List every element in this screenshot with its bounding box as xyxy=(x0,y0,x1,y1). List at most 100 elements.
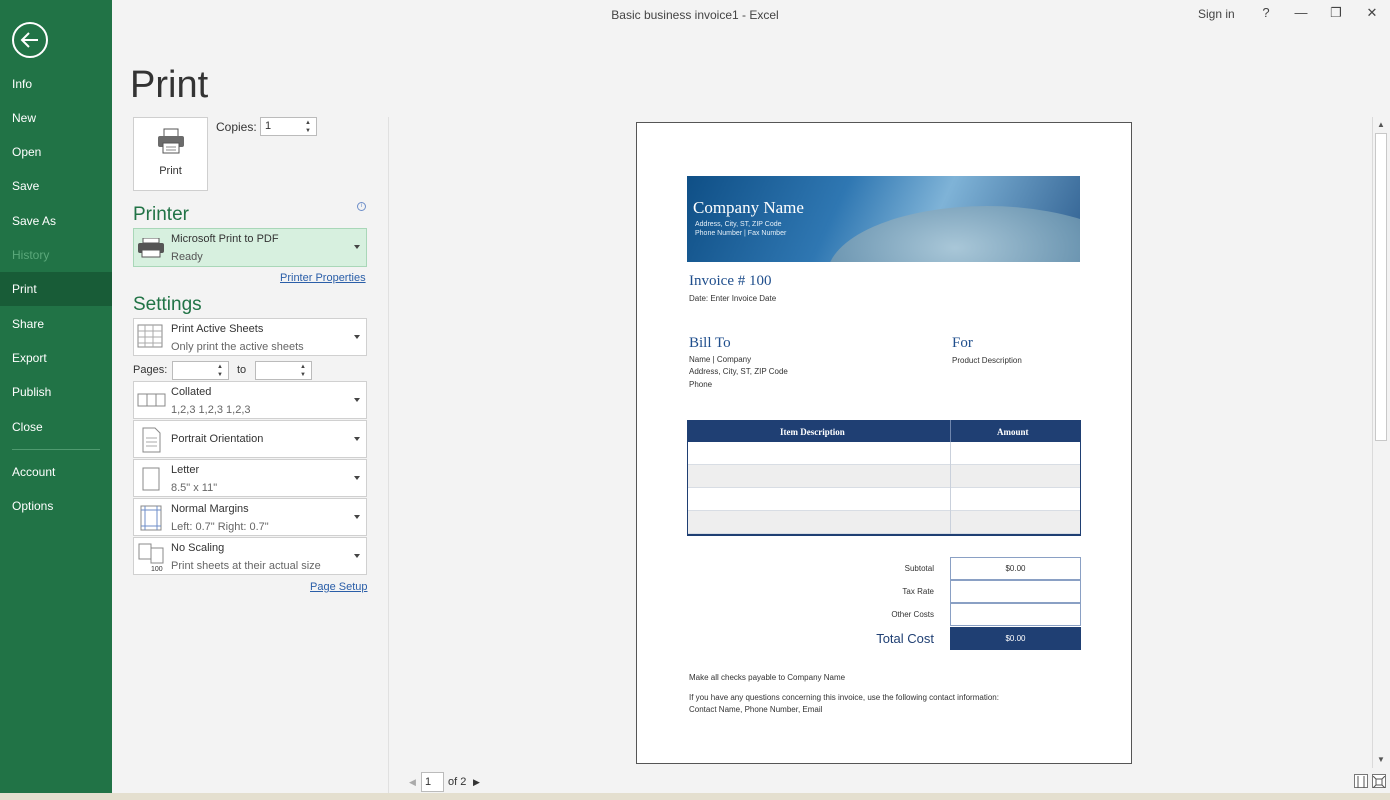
bill-address: Address, City, ST, ZIP Code xyxy=(689,367,788,376)
sidebar-item-print[interactable]: Print xyxy=(0,272,112,306)
spin-up-icon[interactable]: ▲ xyxy=(303,119,313,127)
sidebar-item-open[interactable]: Open xyxy=(0,135,112,169)
scroll-up-icon[interactable]: ▲ xyxy=(1376,120,1386,130)
pages-from-input[interactable]: ▲ ▼ xyxy=(172,361,229,380)
page-number-input[interactable]: 1 xyxy=(421,772,444,792)
bill-name: Name | Company xyxy=(689,355,752,364)
table-row xyxy=(687,511,1081,534)
invoice-date: Date: Enter Invoice Date xyxy=(689,294,777,303)
sidebar-item-account[interactable]: Account xyxy=(0,455,112,489)
chevron-down-icon xyxy=(354,335,360,339)
prev-page-icon[interactable]: ◀ xyxy=(409,777,416,788)
items-table: Item Description Amount xyxy=(687,420,1081,536)
sidebar-item-options[interactable]: Options xyxy=(0,489,112,523)
sidebar-item-publish[interactable]: Publish xyxy=(0,375,112,409)
taskbar-edge xyxy=(0,793,1390,800)
checks-note: Make all checks payable to Company Name xyxy=(689,673,846,682)
window-title: Basic business invoice1 - Excel xyxy=(611,8,779,22)
sign-in-link[interactable]: Sign in xyxy=(1198,7,1235,21)
margins-desc: Left: 0.7" Right: 0.7" xyxy=(171,521,269,533)
next-page-icon[interactable]: ▶ xyxy=(473,777,480,788)
bill-to-heading: Bill To xyxy=(689,335,731,351)
sidebar-divider xyxy=(12,449,100,450)
total-cost-label: Total Cost xyxy=(876,631,934,646)
chevron-down-icon xyxy=(354,476,360,480)
invoice-title: Invoice # 100 xyxy=(689,273,772,289)
sidebar-item-new[interactable]: New xyxy=(0,101,112,135)
sidebar-item-save-as[interactable]: Save As xyxy=(0,204,112,238)
table-row xyxy=(687,442,1081,465)
table-border xyxy=(687,442,688,534)
close-icon[interactable]: ✕ xyxy=(1361,4,1383,22)
restore-icon[interactable]: ❐ xyxy=(1325,4,1347,22)
page-setup-link[interactable]: Page Setup xyxy=(310,581,368,593)
other-costs-value xyxy=(950,603,1081,626)
for-description: Product Description xyxy=(952,356,1022,365)
copies-stepper[interactable]: 1 ▲ ▼ xyxy=(260,117,317,136)
printer-dropdown[interactable]: Microsoft Print to PDF Ready xyxy=(133,228,367,267)
pages-to-input[interactable]: ▲ ▼ xyxy=(255,361,312,380)
collation-dropdown[interactable]: Collated 1,2,3 1,2,3 1,2,3 xyxy=(133,381,367,419)
spin-down-icon[interactable]: ▼ xyxy=(215,371,225,379)
margins-dropdown[interactable]: Normal Margins Left: 0.7" Right: 0.7" xyxy=(133,498,367,536)
settings-heading: Settings xyxy=(133,294,202,315)
for-heading: For xyxy=(952,335,973,351)
print-what-dropdown[interactable]: Print Active Sheets Only print the activ… xyxy=(133,318,367,356)
paper-size-label: Letter xyxy=(171,464,200,476)
scaling-icon: 100 xyxy=(138,543,164,573)
paper-icon xyxy=(142,467,160,491)
printer-status: Ready xyxy=(171,251,203,263)
info-icon[interactable]: i xyxy=(357,202,366,211)
collation-desc: 1,2,3 1,2,3 1,2,3 xyxy=(171,404,251,416)
table-row xyxy=(687,465,1081,488)
sidebar-item-info[interactable]: Info xyxy=(0,67,112,101)
subtotal-label: Subtotal xyxy=(904,564,934,573)
spin-down-icon[interactable]: ▼ xyxy=(303,127,313,135)
print-button-label: Print xyxy=(159,165,182,177)
sheets-icon xyxy=(137,324,163,348)
scroll-down-icon[interactable]: ▼ xyxy=(1376,755,1386,765)
preview-scrollbar[interactable]: ▲ ▼ xyxy=(1372,117,1388,768)
table-row xyxy=(687,488,1081,511)
chevron-down-icon xyxy=(354,245,360,249)
printer-heading: Printer xyxy=(133,204,189,225)
invoice-banner: Company Name Address, City, ST, ZIP Code… xyxy=(687,176,1080,262)
company-address: Address, City, ST, ZIP Code xyxy=(695,221,782,228)
copies-value[interactable]: 1 xyxy=(265,120,271,132)
sidebar-item-history: History xyxy=(12,248,50,262)
banner-decoration xyxy=(827,206,1080,262)
pages-label: Pages: xyxy=(133,364,168,376)
minimize-icon[interactable]: — xyxy=(1290,4,1312,22)
sidebar-item-share[interactable]: Share xyxy=(0,307,112,341)
scaling-dropdown[interactable]: 100 No Scaling Print sheets at their act… xyxy=(133,537,367,575)
zoom-to-page-icon[interactable] xyxy=(1372,774,1386,789)
col-item-description: Item Description xyxy=(780,427,845,437)
sidebar-item-close[interactable]: Close xyxy=(0,410,112,444)
chevron-down-icon xyxy=(354,554,360,558)
collation-label: Collated xyxy=(171,386,212,398)
orientation-dropdown[interactable]: Portrait Orientation xyxy=(133,420,367,458)
backstage-sidebar: Info New Open Save Save As History Print… xyxy=(0,0,112,800)
scroll-thumb[interactable] xyxy=(1375,133,1387,441)
spin-down-icon[interactable]: ▼ xyxy=(298,371,308,379)
spin-up-icon[interactable]: ▲ xyxy=(298,363,308,371)
sidebar-item-save[interactable]: Save xyxy=(0,169,112,203)
paper-size-desc: 8.5" x 11" xyxy=(171,482,218,494)
page-count: of 2 xyxy=(448,776,467,788)
tax-rate-label: Tax Rate xyxy=(902,587,934,596)
collated-icon xyxy=(137,393,166,407)
page-title: Print xyxy=(130,64,209,106)
chevron-down-icon xyxy=(354,437,360,441)
help-icon[interactable]: ? xyxy=(1255,4,1277,22)
paper-size-dropdown[interactable]: Letter 8.5" x 11" xyxy=(133,459,367,497)
print-preview-page: Company Name Address, City, ST, ZIP Code… xyxy=(636,122,1132,764)
bill-phone: Phone xyxy=(689,380,713,389)
sidebar-item-export[interactable]: Export xyxy=(0,341,112,375)
print-button[interactable]: Print xyxy=(133,117,208,191)
back-arrow-icon[interactable] xyxy=(12,22,48,58)
show-margins-icon[interactable] xyxy=(1354,774,1368,788)
print-what-desc: Only print the active sheets xyxy=(171,341,304,353)
tax-rate-value xyxy=(950,580,1081,603)
printer-properties-link[interactable]: Printer Properties xyxy=(280,272,366,284)
spin-up-icon[interactable]: ▲ xyxy=(215,363,225,371)
